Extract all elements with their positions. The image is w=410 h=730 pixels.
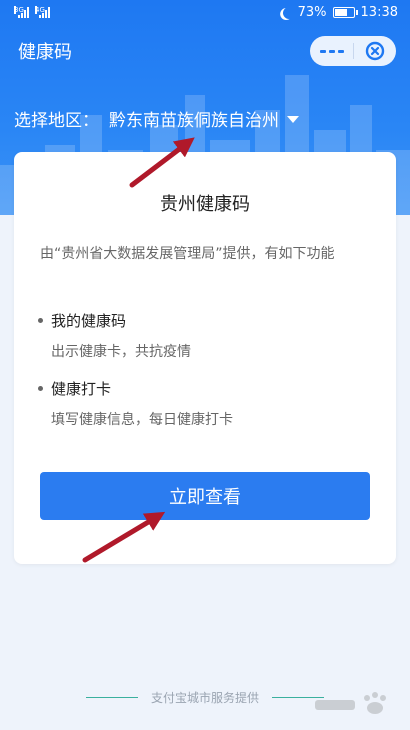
feature-title: 我的健康码	[51, 312, 127, 330]
bullet-dot	[38, 318, 43, 323]
page-title: 健康码	[18, 42, 72, 63]
status-bar: 3G 4G 73% 13:38	[0, 0, 410, 28]
close-miniapp-icon[interactable]	[354, 36, 396, 66]
footer-line-left	[86, 697, 138, 698]
feature-health-checkin: 健康打卡 填写健康信息，每日健康打卡	[38, 378, 368, 429]
more-options-icon[interactable]	[310, 36, 353, 66]
mini-program-capsule	[310, 36, 396, 66]
feature-title: 健康打卡	[51, 380, 112, 398]
dropdown-caret-icon[interactable]	[287, 115, 299, 123]
clock-time: 13:38	[360, 5, 398, 20]
do-not-disturb-moon-icon	[281, 5, 296, 20]
view-now-button[interactable]: 立即查看	[40, 472, 370, 520]
bullet-dot	[38, 386, 43, 391]
region-selector[interactable]: 选择地区： 黔东南苗族侗族自治州	[14, 104, 299, 132]
card-title: 贵州健康码	[160, 194, 250, 215]
region-value[interactable]: 黔东南苗族侗族自治州	[109, 106, 279, 131]
health-code-card: 贵州健康码 由“贵州省大数据发展管理局”提供，有如下功能 我的健康码 出示健康卡…	[14, 152, 396, 564]
watermark-logo	[315, 692, 386, 714]
signal-icon-2: 4G	[35, 6, 50, 18]
title-bar: 健康码	[0, 30, 410, 70]
battery-icon	[332, 7, 358, 18]
footer-text: 支付宝城市服务提供	[150, 691, 259, 705]
battery-level-fill	[334, 9, 347, 16]
region-label: 选择地区：	[14, 110, 99, 131]
card-description: 由“贵州省大数据发展管理局”提供，有如下功能	[40, 246, 335, 262]
signal-type-label-2: 4G	[35, 6, 45, 14]
signal-icon: 3G	[14, 6, 29, 18]
signal-type-label: 3G	[14, 6, 24, 14]
feature-subtitle: 填写健康信息，每日健康打卡	[51, 412, 233, 428]
feature-my-health-code: 我的健康码 出示健康卡，共抗疫情	[38, 310, 368, 361]
battery-percentage: 73%	[297, 5, 327, 20]
feature-subtitle: 出示健康卡，共抗疫情	[51, 344, 191, 360]
